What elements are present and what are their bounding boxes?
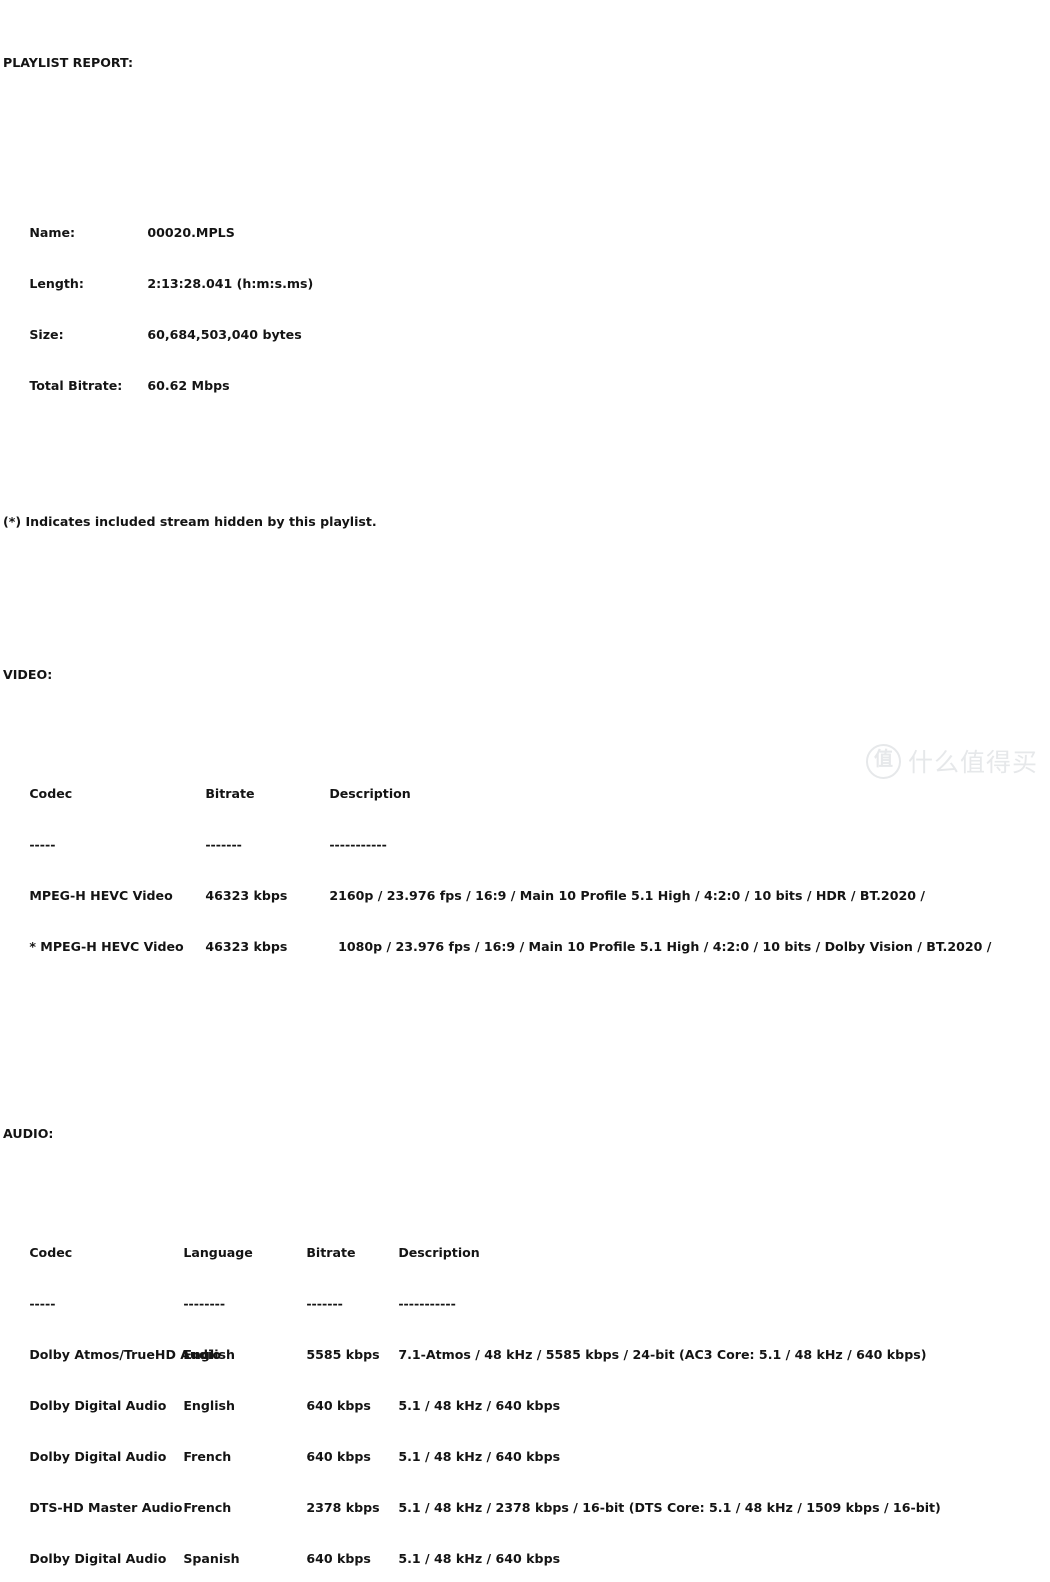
video-bitrate: 46323 kbps — [205, 888, 288, 903]
meta-row: Name: 00020.MPLS — [3, 207, 1047, 240]
audio-codec: Dolby Digital Audio — [29, 1551, 167, 1566]
audio-language: English — [183, 1347, 235, 1362]
meta-key: Name: — [29, 225, 76, 240]
table-row: Dolby Digital Audio French 640 kbps 5.1 / 4… — [3, 1431, 1047, 1464]
rule-codec: ----- — [29, 837, 56, 852]
meta-row: Size: 60,684,503,040 bytes — [3, 309, 1047, 342]
audio-bitrate: 640 kbps — [306, 1398, 371, 1413]
audio-codec: Dolby Digital Audio — [29, 1398, 167, 1413]
column-header-bitrate: Bitrate — [205, 786, 255, 801]
video-codec: * MPEG-H HEVC Video — [29, 939, 184, 954]
rule-description: ----------- — [398, 1296, 456, 1311]
audio-bitrate: 640 kbps — [306, 1551, 371, 1566]
video-section: VIDEO: Codec Bitrate Description ----- ----… — [3, 632, 1047, 972]
meta-key: Size: — [29, 327, 64, 342]
column-header-description: Description — [398, 1245, 480, 1260]
audio-heading: AUDIO: — [3, 1126, 54, 1141]
table-row: Dolby Digital Audio English 640 kbps 5.1 / … — [3, 1380, 1047, 1413]
audio-codec: DTS-HD Master Audio — [29, 1500, 183, 1515]
column-header-language: Language — [183, 1245, 253, 1260]
audio-codec: Dolby Digital Audio — [29, 1449, 167, 1464]
audio-language: English — [183, 1398, 235, 1413]
report-meta-table: Name: 00020.MPLS Length: 2:13:28.041 (h:m:… — [3, 173, 1047, 411]
rule-bitrate: ------- — [306, 1296, 343, 1311]
rule-language: -------- — [183, 1296, 226, 1311]
column-header-bitrate: Bitrate — [306, 1245, 356, 1260]
column-header-codec: Codec — [29, 786, 73, 801]
video-column-rules: ----- ------- ----------- — [3, 819, 1047, 852]
playlist-report-text: PLAYLIST REPORT: Name: 00020.MPLS Length:… — [3, 3, 1047, 1582]
column-header-codec: Codec — [29, 1245, 73, 1260]
audio-bitrate: 5585 kbps — [306, 1347, 380, 1362]
meta-value: 2:13:28.041 (h:m:s.ms) — [147, 276, 314, 291]
table-row: DTS-HD Master AudioFrench 2378 kbps 5.1 / … — [3, 1482, 1047, 1515]
audio-column-rules: ----- -------- ------- ----------- — [3, 1278, 1047, 1311]
table-row: * MPEG-H HEVC Video 46323 kbps 1080p / 23… — [3, 921, 1047, 954]
table-row: MPEG-H HEVC Video 46323 kbps 2160p / 23.97… — [3, 870, 1047, 903]
rule-codec: ----- — [29, 1296, 56, 1311]
meta-row: Total Bitrate: 60.62 Mbps — [3, 360, 1047, 393]
column-header-description: Description — [329, 786, 411, 801]
video-column-headers: Codec Bitrate Description — [3, 768, 1047, 801]
report-title: PLAYLIST REPORT: — [3, 55, 133, 70]
audio-description: 5.1 / 48 kHz / 640 kbps — [398, 1449, 561, 1464]
video-heading: VIDEO: — [3, 667, 53, 682]
audio-language: French — [183, 1500, 232, 1515]
meta-value: 00020.MPLS — [147, 225, 235, 240]
video-bitrate: 46323 kbps — [205, 939, 288, 954]
audio-codec: Dolby Atmos/TrueHD Audio — [29, 1347, 221, 1362]
video-description: 2160p / 23.976 fps / 16:9 / Main 10 Prof… — [329, 888, 925, 903]
rule-description: ----------- — [329, 837, 387, 852]
hidden-stream-note: (*) Indicates included stream hidden by … — [3, 514, 377, 529]
meta-value: 60,684,503,040 bytes — [147, 327, 302, 342]
audio-section: AUDIO: Codec Language Bitrate Description -… — [3, 1091, 1047, 1582]
audio-description: 5.1 / 48 kHz / 2378 kbps / 16-bit (DTS C… — [398, 1500, 941, 1515]
audio-column-headers: Codec Language Bitrate Description — [3, 1227, 1047, 1260]
audio-bitrate: 2378 kbps — [306, 1500, 380, 1515]
table-row: Dolby Digital Audio Spanish 640 kbps 5.1 / … — [3, 1533, 1047, 1566]
audio-language: French — [183, 1449, 232, 1464]
table-row: Dolby Atmos/TrueHD AudioEnglish 5585 kbps… — [3, 1329, 1047, 1362]
video-codec: MPEG-H HEVC Video — [29, 888, 173, 903]
meta-key: Length: — [29, 276, 84, 291]
audio-description: 7.1-Atmos / 48 kHz / 5585 kbps / 24-bit … — [398, 1347, 927, 1362]
video-description: 1080p / 23.976 fps / 16:9 / Main 10 Prof… — [329, 939, 992, 954]
audio-description: 5.1 / 48 kHz / 640 kbps — [398, 1398, 561, 1413]
audio-description: 5.1 / 48 kHz / 640 kbps — [398, 1551, 561, 1566]
meta-row: Length: 2:13:28.041 (h:m:s.ms) — [3, 258, 1047, 291]
rule-bitrate: ------- — [205, 837, 242, 852]
audio-language: Spanish — [183, 1551, 240, 1566]
meta-key: Total Bitrate: — [29, 378, 123, 393]
meta-value: 60.62 Mbps — [147, 378, 230, 393]
audio-bitrate: 640 kbps — [306, 1449, 371, 1464]
